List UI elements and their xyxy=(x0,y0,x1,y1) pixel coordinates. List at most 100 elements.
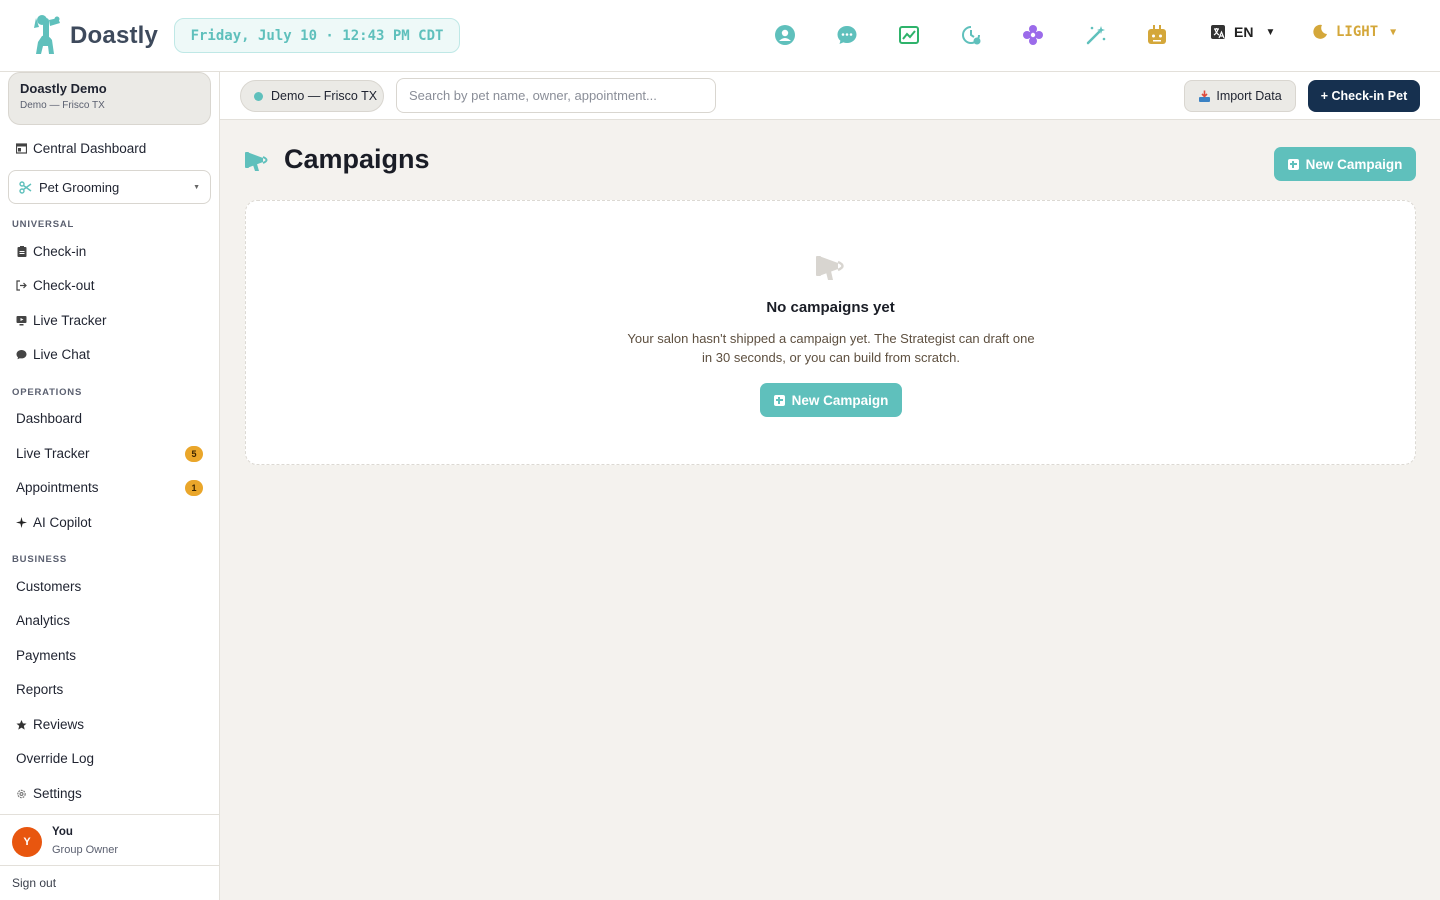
robot-icon[interactable] xyxy=(1144,22,1170,48)
plus-square-icon xyxy=(773,394,785,406)
sidebar-item-central-dashboard[interactable]: Central Dashboard xyxy=(16,141,146,156)
live-tracker-count-badge: 5 xyxy=(185,446,203,462)
support-icon[interactable] xyxy=(772,22,798,48)
page-header: Campaigns xyxy=(245,144,430,175)
megaphone-icon xyxy=(245,151,268,171)
appointments-count-badge: 1 xyxy=(185,480,203,496)
location-label: Demo — Frisco TX xyxy=(271,89,378,103)
dashboard-icon xyxy=(16,143,27,154)
sidebar-item-label: AI Copilot xyxy=(33,515,92,530)
empty-state-title: No campaigns yet xyxy=(766,299,895,316)
exit-icon xyxy=(16,280,27,291)
dog-logo-icon xyxy=(34,15,60,54)
translate-icon xyxy=(1211,25,1225,39)
caret-down-icon: ▼ xyxy=(1265,26,1276,38)
new-campaign-empty-button[interactable]: New Campaign xyxy=(760,383,902,417)
sidebar-item-dashboard[interactable]: Dashboard xyxy=(16,411,82,426)
empty-state-card: No campaigns yet Your salon hasn't shipp… xyxy=(245,200,1416,465)
empty-state-description: Your salon hasn't shipped a campaign yet… xyxy=(627,331,1035,365)
sidebar-item-live-tracker[interactable]: Live Tracker xyxy=(16,446,90,461)
section-operations: OPERATIONS xyxy=(12,387,83,398)
sidebar-item-override-log[interactable]: Override Log xyxy=(16,751,94,766)
monitor-icon xyxy=(16,315,27,326)
sidebar-item-ai-copilot[interactable]: AI Copilot xyxy=(16,515,92,530)
chat-icon xyxy=(16,349,27,360)
sidebar-item-appointments[interactable]: Appointments xyxy=(16,480,99,495)
app-logo[interactable]: Doastly xyxy=(30,14,158,58)
sidebar-item-label: Dashboard xyxy=(16,411,83,426)
clipboard-icon xyxy=(16,246,27,257)
sidebar-item-label: Reports xyxy=(16,682,64,697)
new-campaign-label: New Campaign xyxy=(1305,156,1403,172)
plus-square-icon xyxy=(1287,158,1299,170)
clock-history-icon[interactable] xyxy=(958,22,984,48)
section-business: BUSINESS xyxy=(12,554,67,565)
sidebar-item-live-chat[interactable]: Live Chat xyxy=(16,347,90,362)
sparkle-icon xyxy=(16,517,27,528)
sidebar-item-label: Live Tracker xyxy=(16,446,90,461)
sign-out-link[interactable]: Sign out xyxy=(0,865,219,900)
user-name: You xyxy=(52,826,73,838)
import-data-button[interactable]: Import Data xyxy=(1184,80,1296,112)
location-selector[interactable]: Demo — Frisco TX xyxy=(240,80,384,112)
sidebar-item-label: Check-in xyxy=(33,244,87,259)
flower-icon[interactable] xyxy=(1020,22,1046,48)
sidebar-item-label: Settings xyxy=(33,786,82,801)
module-label: Pet Grooming xyxy=(39,179,120,195)
datetime-display: Friday, July 10 · 12:43 PM CDT xyxy=(174,18,460,53)
sidebar-item-label: Override Log xyxy=(16,751,95,766)
moon-icon xyxy=(1313,24,1327,39)
sidebar-item-label: Payments xyxy=(16,648,77,663)
sub-header: Demo — Frisco TX Import Data + Check-in … xyxy=(220,72,1440,120)
org-location: Demo — Frisco TX xyxy=(20,100,105,111)
language-selector[interactable]: EN ▼ xyxy=(1210,24,1275,40)
caret-down-icon: ▼ xyxy=(1390,26,1397,38)
sidebar-item-payments[interactable]: Payments xyxy=(16,648,76,663)
chart-image-icon[interactable] xyxy=(896,22,922,48)
section-universal: UNIVERSAL xyxy=(12,219,75,230)
sidebar-item-analytics[interactable]: Analytics xyxy=(16,613,70,628)
sidebar-item-check-out[interactable]: Check-out xyxy=(16,278,95,293)
gear-icon xyxy=(16,788,27,799)
app-name: Doastly xyxy=(70,22,159,49)
new-campaign-button[interactable]: New Campaign xyxy=(1274,147,1416,181)
inbox-tray-icon xyxy=(1199,90,1211,102)
magic-wand-icon[interactable] xyxy=(1083,22,1109,48)
status-dot xyxy=(254,91,263,101)
avatar: Y xyxy=(12,827,42,857)
star-icon xyxy=(16,719,27,730)
chat-bubble-icon[interactable] xyxy=(834,22,860,48)
megaphone-icon xyxy=(816,256,844,280)
sidebar-item-label: Live Tracker xyxy=(33,313,107,328)
sidebar-item-live-tracker-universal[interactable]: Live Tracker xyxy=(16,313,107,328)
module-select[interactable]: Pet Grooming ▼ xyxy=(8,170,211,204)
sidebar-item-label: Analytics xyxy=(16,613,71,628)
sidebar-item-label: Central Dashboard xyxy=(33,141,147,156)
scissors-icon xyxy=(19,180,32,194)
sidebar-item-settings[interactable]: Settings xyxy=(16,786,82,801)
org-name: Doastly Demo xyxy=(20,81,107,96)
language-label: EN xyxy=(1234,24,1254,40)
caret-down-icon: ▼ xyxy=(193,183,200,191)
search-input[interactable] xyxy=(396,78,716,113)
new-campaign-label: New Campaign xyxy=(791,392,889,408)
sidebar-item-check-in[interactable]: Check-in xyxy=(16,244,86,259)
sidebar-item-reviews[interactable]: Reviews xyxy=(16,717,84,732)
org-switcher[interactable]: Doastly Demo Demo — Frisco TX xyxy=(8,72,211,125)
sidebar: Doastly Demo Demo — Frisco TX Central Da… xyxy=(0,72,220,900)
sidebar-item-label: Customers xyxy=(16,579,82,594)
sidebar-item-reports[interactable]: Reports xyxy=(16,682,63,697)
sidebar-item-label: Appointments xyxy=(16,480,99,495)
theme-selector[interactable]: LIGHT ▼ xyxy=(1312,24,1396,40)
sidebar-item-label: Reviews xyxy=(33,717,85,732)
sidebar-item-label: Check-out xyxy=(33,278,95,293)
user-profile[interactable]: Y You Group Owner xyxy=(0,814,219,866)
import-data-label: Import Data xyxy=(1216,89,1282,103)
sidebar-item-customers[interactable]: Customers xyxy=(16,579,81,594)
top-bar: Doastly Friday, July 10 · 12:43 PM CDT E… xyxy=(0,0,1440,72)
theme-label: LIGHT xyxy=(1336,24,1379,40)
check-in-pet-button[interactable]: + Check-in Pet xyxy=(1308,80,1420,112)
sidebar-item-label: Live Chat xyxy=(33,347,91,362)
user-role: Group Owner xyxy=(52,844,119,856)
page-title: Campaigns xyxy=(284,144,430,174)
